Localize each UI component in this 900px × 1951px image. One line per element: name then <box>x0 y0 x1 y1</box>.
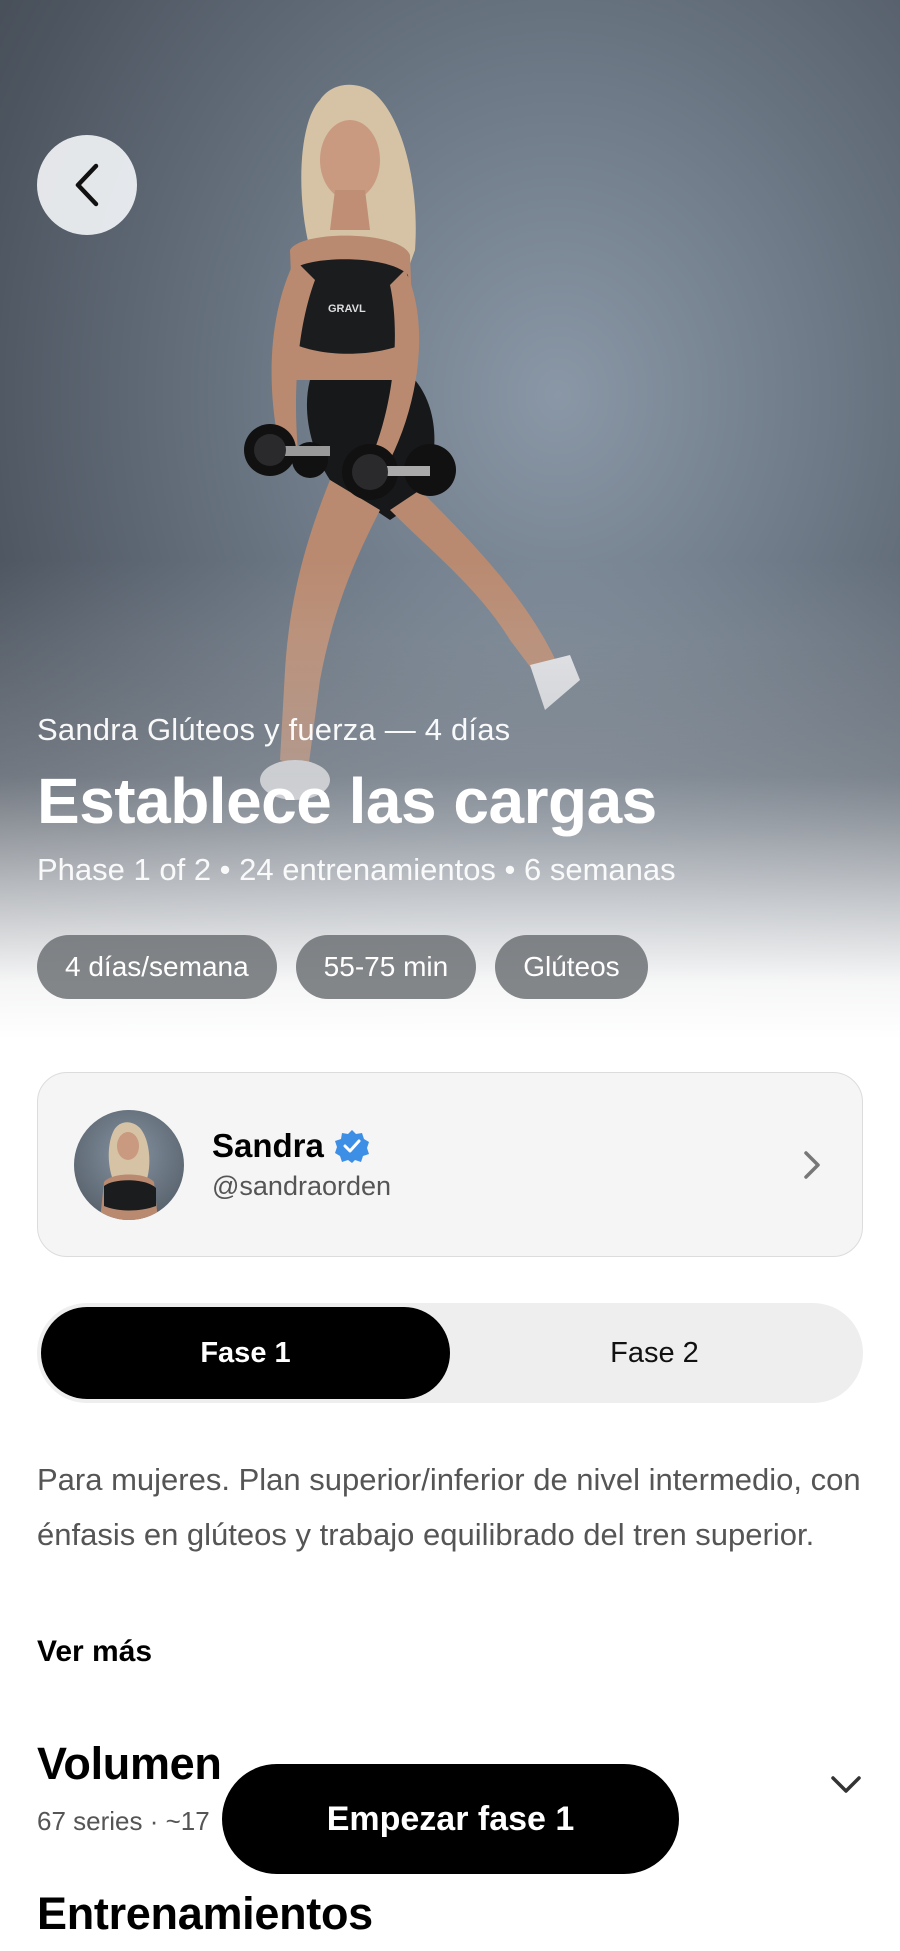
volume-subtitle: 67 series · ~17 <box>37 1806 210 1836</box>
tag-list: 4 días/semana 55-75 min Glúteos <box>37 935 648 999</box>
coach-info: Sandra @sandraorden <box>212 1127 796 1202</box>
tab-fase-1[interactable]: Fase 1 <box>41 1307 450 1399</box>
coach-name-row: Sandra <box>212 1127 796 1165</box>
back-button[interactable] <box>37 135 137 235</box>
volume-title: Volumen <box>37 1738 222 1789</box>
see-more-link[interactable]: Ver más <box>37 1635 152 1669</box>
chevron-down-icon[interactable] <box>829 1773 863 1797</box>
phase-meta: Phase 1 of 2 • 24 entrenamientos • 6 sem… <box>37 852 676 888</box>
coach-name: Sandra <box>212 1127 324 1164</box>
verified-badge-icon <box>334 1130 369 1163</box>
avatar <box>74 1109 184 1220</box>
tag-days-per-week: 4 días/semana <box>37 935 277 999</box>
phase-description: Para mujeres. Plan superior/inferior de … <box>37 1462 861 1552</box>
chevron-left-icon <box>75 163 99 207</box>
start-phase-button[interactable]: Empezar fase 1 <box>222 1764 679 1874</box>
coach-handle: @sandraorden <box>212 1171 392 1201</box>
tab-fase-2[interactable]: Fase 2 <box>450 1307 859 1399</box>
phase-title: Establece las cargas <box>37 765 657 837</box>
hero-text-block: Sandra Glúteos y fuerza — 4 días Estable… <box>37 712 870 888</box>
phase-selector: Fase 1 Fase 2 <box>37 1303 863 1403</box>
svg-text:GRAVL: GRAVL <box>328 303 366 315</box>
workouts-title: Entrenamientos <box>37 1888 373 1939</box>
chevron-right-icon <box>804 1150 820 1179</box>
coach-card[interactable]: Sandra @sandraorden <box>37 1072 863 1257</box>
tag-focus: Glúteos <box>495 935 648 999</box>
tag-duration: 55-75 min <box>295 935 477 999</box>
program-name: Sandra Glúteos y fuerza — 4 días <box>37 712 511 747</box>
